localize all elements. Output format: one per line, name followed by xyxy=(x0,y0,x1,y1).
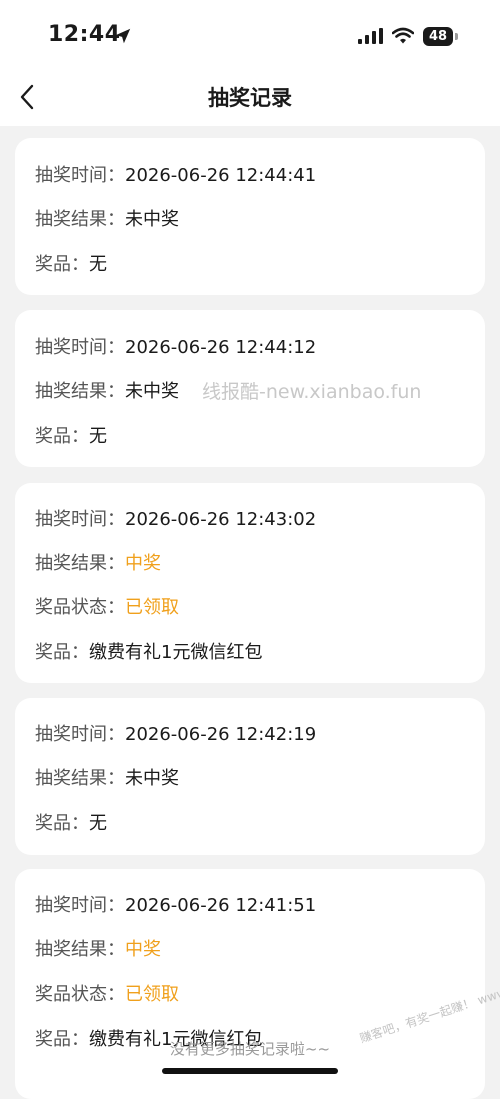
result-label: 抽奖结果： xyxy=(35,768,125,789)
record-card: 抽奖时间：2026-06-26 12:43:02 抽奖结果：中奖 奖品状态：已领… xyxy=(15,483,485,683)
time-label: 抽奖时间： xyxy=(35,895,125,916)
page-title: 抽奖记录 xyxy=(208,86,292,110)
draw-time: 2026-06-26 12:44:12 xyxy=(125,337,317,358)
prize-status: 已领取 xyxy=(125,984,179,1005)
prize-value: 无 xyxy=(89,426,107,447)
status-time: 12:44 xyxy=(48,22,121,47)
draw-time: 2026-06-26 12:41:51 xyxy=(125,895,317,916)
time-label: 抽奖时间： xyxy=(35,509,125,530)
battery-cap xyxy=(455,33,458,40)
location-arrow-icon xyxy=(115,28,131,44)
battery-icon: 48 xyxy=(423,27,453,46)
result-label: 抽奖结果： xyxy=(35,381,125,402)
record-card: 抽奖时间：2026-06-26 12:42:19 抽奖结果：未中奖 奖品：无 xyxy=(15,698,485,855)
home-indicator[interactable] xyxy=(162,1068,338,1074)
result-label: 抽奖结果： xyxy=(35,553,125,574)
record-card: 抽奖时间：2026-06-26 12:41:51 抽奖结果：中奖 奖品状态：已领… xyxy=(15,869,485,1099)
wifi-icon xyxy=(392,27,414,44)
draw-time: 2026-06-26 12:43:02 xyxy=(125,509,317,530)
prize-status-label: 奖品状态： xyxy=(35,984,125,1005)
prize-label: 奖品： xyxy=(35,642,89,663)
time-label: 抽奖时间： xyxy=(35,165,125,186)
draw-result: 中奖 xyxy=(125,939,161,960)
watermark-text: 线报酷-new.xianbao.fun xyxy=(202,381,422,403)
prize-value: 缴费有礼1元微信红包 xyxy=(89,642,263,663)
draw-time: 2026-06-26 12:42:19 xyxy=(125,724,317,745)
prize-label: 奖品： xyxy=(35,813,89,834)
cellular-signal-icon xyxy=(358,28,383,44)
record-card: 抽奖时间：2026-06-26 12:44:41 抽奖结果：未中奖 奖品：无 xyxy=(15,138,485,295)
result-label: 抽奖结果： xyxy=(35,939,125,960)
prize-label: 奖品： xyxy=(35,254,89,275)
draw-result: 未中奖 xyxy=(125,381,179,402)
prize-label: 奖品： xyxy=(35,426,89,447)
no-more-records-tip: 没有更多抽奖记录啦~~ xyxy=(169,1040,331,1058)
draw-result: 未中奖 xyxy=(125,209,179,230)
time-label: 抽奖时间： xyxy=(35,337,125,358)
draw-time: 2026-06-26 12:44:41 xyxy=(125,165,317,186)
status-bar: 12:44 48 xyxy=(0,0,500,68)
prize-status: 已领取 xyxy=(125,597,179,618)
prize-status-label: 奖品状态： xyxy=(35,597,125,618)
nav-bar: 抽奖记录 xyxy=(0,68,500,126)
draw-result: 中奖 xyxy=(125,553,161,574)
prize-value: 无 xyxy=(89,813,107,834)
draw-result: 未中奖 xyxy=(125,768,179,789)
battery-level: 48 xyxy=(428,29,448,44)
time-label: 抽奖时间： xyxy=(35,724,125,745)
prize-value: 无 xyxy=(89,254,107,275)
result-label: 抽奖结果： xyxy=(35,209,125,230)
